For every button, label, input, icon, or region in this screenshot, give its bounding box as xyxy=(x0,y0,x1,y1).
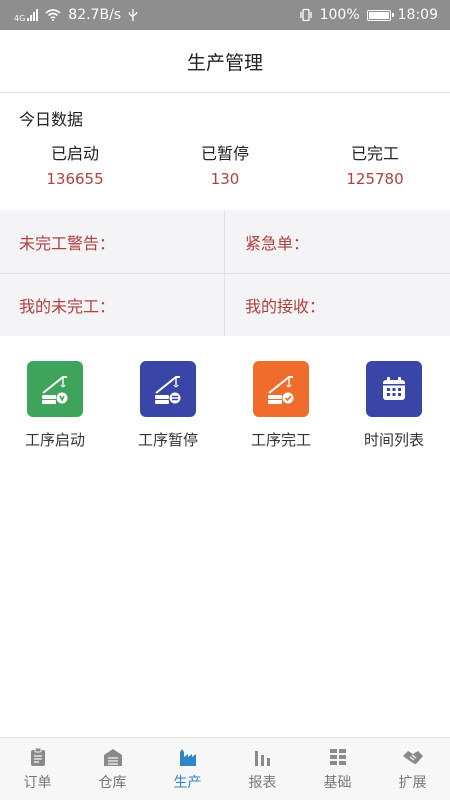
stat-started-value: 136655 xyxy=(46,170,104,188)
tab-extensions[interactable]: 扩展 xyxy=(375,738,450,800)
time-list-label: 时间列表 xyxy=(363,431,424,449)
tab-extensions-label: 扩展 xyxy=(398,775,427,791)
battery-icon xyxy=(366,9,394,21)
process-complete-label: 工序完工 xyxy=(250,431,311,449)
tab-reports-label: 报表 xyxy=(248,775,277,791)
process-pause-button[interactable]: 工序暂停 xyxy=(118,361,218,450)
process-complete-button[interactable]: 工序完工 xyxy=(231,361,331,450)
my-unfinished-cell[interactable]: 我的未完工： xyxy=(0,273,225,336)
vibrate-icon xyxy=(299,8,312,22)
stat-started-name: 已启动 xyxy=(50,144,99,163)
crane-start-icon xyxy=(27,361,83,417)
grid-icon xyxy=(329,749,346,765)
tab-orders-label: 订单 xyxy=(23,775,52,791)
tab-production-label: 生产 xyxy=(173,775,202,791)
title-bar: 生产管理 xyxy=(0,30,450,93)
stat-paused-value: 130 xyxy=(210,170,240,188)
clipboard-icon xyxy=(30,747,45,766)
alerts-grid: 未完工警告： 紧急单： 我的未完工： 我的接收： xyxy=(0,210,450,336)
network-speed: 82.7B/s xyxy=(68,7,122,23)
tab-reports[interactable]: 报表 xyxy=(225,738,300,800)
crane-complete-icon xyxy=(253,361,309,417)
clock: 18:09 xyxy=(397,7,438,23)
stat-completed-value: 125780 xyxy=(346,170,404,188)
unfinished-warning-cell[interactable]: 未完工警告： xyxy=(0,210,225,273)
tab-warehouse-label: 仓库 xyxy=(98,775,127,791)
today-data-label: 今日数据 xyxy=(19,110,84,129)
warehouse-icon xyxy=(103,749,122,766)
tab-basics-label: 基础 xyxy=(323,775,352,791)
calendar-icon xyxy=(366,361,422,417)
network-type: 4G xyxy=(14,14,26,23)
tab-production[interactable]: 生产 xyxy=(150,738,225,800)
bar-chart-icon xyxy=(254,751,270,766)
signal-icon xyxy=(27,9,39,21)
status-bar: 4G 82.7B/s 100% 18:09 xyxy=(0,0,450,30)
stat-paused-name: 已暂停 xyxy=(200,144,249,163)
stat-started[interactable]: 已启动 136655 xyxy=(20,140,130,188)
process-start-button[interactable]: 工序启动 xyxy=(5,361,105,450)
process-pause-label: 工序暂停 xyxy=(137,431,198,449)
status-left: 4G 82.7B/s xyxy=(14,7,138,23)
tab-orders[interactable]: 订单 xyxy=(0,738,75,800)
my-received-cell[interactable]: 我的接收： xyxy=(225,273,450,336)
tab-warehouse[interactable]: 仓库 xyxy=(75,738,150,800)
stat-completed[interactable]: 已完工 125780 xyxy=(320,140,430,188)
stat-paused[interactable]: 已暂停 130 xyxy=(170,140,280,188)
status-right: 100% 18:09 xyxy=(299,7,438,23)
action-grid: 工序启动 工序暂停 工序完工 时间列表 xyxy=(0,336,450,466)
usb-icon xyxy=(128,9,138,21)
time-list-button[interactable]: 时间列表 xyxy=(344,361,444,450)
process-start-label: 工序启动 xyxy=(24,431,85,449)
today-data-panel: 今日数据 已启动 136655 已暂停 130 已完工 125780 xyxy=(0,94,450,210)
handshake-icon xyxy=(402,751,423,764)
crane-pause-icon xyxy=(140,361,196,417)
factory-icon xyxy=(179,749,196,766)
stat-completed-name: 已完工 xyxy=(350,144,399,163)
bottom-tab-bar: 订单 仓库 生产 报表 基础 扩展 xyxy=(0,737,450,800)
wifi-icon xyxy=(45,9,61,21)
battery-percent: 100% xyxy=(319,7,360,23)
tab-basics[interactable]: 基础 xyxy=(300,738,375,800)
page-title: 生产管理 xyxy=(186,51,263,74)
urgent-order-cell[interactable]: 紧急单： xyxy=(225,210,450,273)
